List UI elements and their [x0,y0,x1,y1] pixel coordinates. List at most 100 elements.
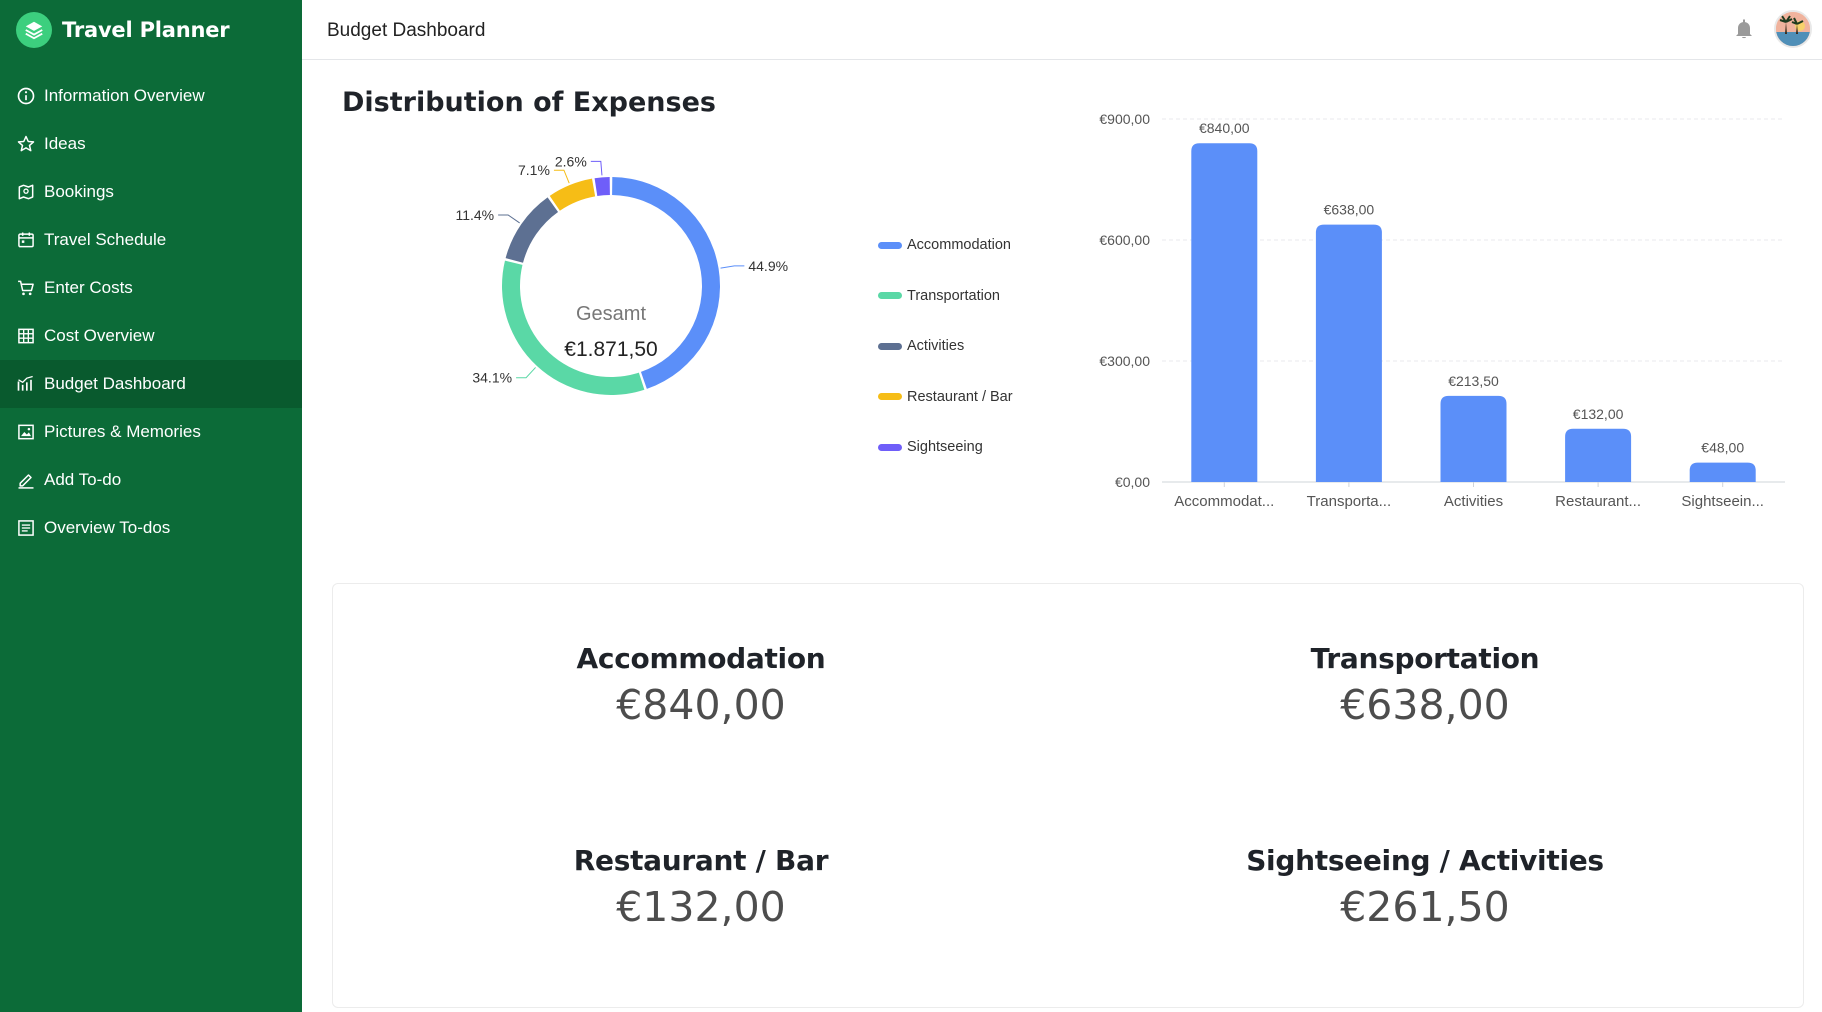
donut-slice-sightseeing[interactable] [594,177,610,197]
donut-label-line [553,169,570,184]
sidebar-item-label: Add To-do [44,470,122,489]
summary-card-restaurant-bar: Restaurant / Bar €132,00 [333,844,1069,931]
bar-value-label: €132,00 [1573,406,1624,422]
sidebar-item-label: Bookings [44,182,114,201]
legend-label: Activities [907,338,965,355]
donut-center-value: €1.871,50 [564,338,657,361]
bell-icon[interactable] [1732,17,1756,41]
legend-item-accommodation[interactable]: Accommodation [878,220,1013,271]
info-icon [15,85,37,107]
map-pin-icon [15,181,37,203]
bar-2[interactable] [1440,395,1507,482]
donut-center-label: Gesamt [576,303,646,325]
summary-label: Restaurant / Bar [573,844,829,877]
legend-swatch [878,241,902,249]
summary-value: €261,50 [1340,883,1510,931]
x-tick-label: Transporta... [1307,493,1391,510]
sidebar-item-add-todo[interactable]: Add To-do [0,456,302,504]
bar-0[interactable] [1191,143,1258,482]
page-title: Budget Dashboard [327,20,486,41]
bar-3[interactable] [1565,428,1632,482]
donut-label-line [498,214,520,224]
summary-card-accommodation: Accommodation €840,00 [333,642,1069,729]
bar-value-label: €48,00 [1701,440,1744,456]
summary-label: Accommodation [576,642,826,675]
bar-value-label: €213,50 [1448,373,1499,389]
avatar[interactable] [1774,10,1812,48]
bar-4[interactable] [1689,462,1756,482]
summary-value: €132,00 [616,883,786,931]
sidebar-item-travel-schedule[interactable]: Travel Schedule [0,216,302,264]
summary-label: Sightseeing / Activities [1246,844,1604,877]
sidebar-item-bookings[interactable]: Bookings [0,168,302,216]
legend-item-transportation[interactable]: Transportation [878,271,1013,322]
legend-item-restaurant-bar[interactable]: Restaurant / Bar [878,372,1013,423]
summary-value: €840,00 [616,681,786,729]
bar-value-label: €638,00 [1324,202,1375,218]
summary-card-transportation: Transportation €638,00 [1057,642,1793,729]
sidebar-item-information-overview[interactable]: Information Overview [0,72,302,120]
donut-slice-restaurant-bar[interactable] [549,178,596,211]
sidebar-item-label: Budget Dashboard [44,374,186,393]
sidebar-item-label: Information Overview [44,86,205,105]
x-tick-label: Sightseein... [1681,493,1764,510]
donut-percent-label: 2.6% [555,153,587,169]
legend-swatch [878,292,902,300]
sidebar-item-ideas[interactable]: Ideas [0,120,302,168]
cart-icon [15,277,37,299]
y-tick-label: €900,00 [1099,111,1150,127]
expense-bar-chart: €0,00 €300,00 €600,00 €900,00 €840,00 Accommo… [1099,111,1785,510]
image-icon [15,421,37,443]
expense-donut-chart: 44.9% 34.1% 11.4% 7.1% 2.6% Gesamt €1.871,50 [455,153,788,395]
bar-chart-icon [15,373,37,395]
x-tick-label: Restaurant... [1555,493,1641,510]
calendar-icon [15,229,37,251]
sidebar-item-pictures-memories[interactable]: Pictures & Memories [0,408,302,456]
summary-card-sightseeing-activities: Sightseeing / Activities €261,50 [1057,844,1793,931]
section-title: Distribution of Expenses [342,87,716,118]
legend-label: Restaurant / Bar [907,388,1013,405]
top-bar: Budget Dashboard [302,0,1822,60]
donut-legend: Accommodation Transportation Activities … [878,220,1013,473]
legend-swatch [878,342,902,350]
sidebar-item-cost-overview[interactable]: Cost Overview [0,312,302,360]
legend-label: Accommodation [907,237,1011,254]
sidebar-item-overview-todos[interactable]: Overview To-dos [0,504,302,552]
layers-logo-icon [16,12,52,48]
sidebar-item-label: Travel Schedule [44,230,167,249]
legend-swatch [878,443,902,451]
y-tick-label: €300,00 [1099,353,1150,369]
legend-label: Sightseeing [907,439,983,456]
table-icon [15,325,37,347]
sidebar: Travel Planner Information Overview Idea… [0,0,302,1012]
pen-icon [15,469,37,491]
sidebar-item-enter-costs[interactable]: Enter Costs [0,264,302,312]
donut-percent-label: 34.1% [472,370,512,386]
legend-item-sightseeing[interactable]: Sightseeing [878,422,1013,473]
summary-panel: Accommodation €840,00 Transportation €63… [332,583,1804,1008]
sidebar-item-budget-dashboard[interactable]: Budget Dashboard [0,360,302,408]
summary-value: €638,00 [1340,681,1510,729]
donut-slice-activities[interactable] [505,197,559,263]
sidebar-item-label: Ideas [44,134,86,153]
donut-label-line [516,367,536,379]
app-title: Travel Planner [62,18,230,42]
legend-item-activities[interactable]: Activities [878,321,1013,372]
y-tick-label: €600,00 [1099,232,1150,248]
legend-swatch [878,393,902,401]
donut-percent-label: 11.4% [455,207,494,223]
donut-label-line [720,265,745,269]
bar-value-label: €840,00 [1199,120,1250,136]
sidebar-item-label: Overview To-dos [44,518,171,537]
donut-slice-transportation[interactable] [502,260,645,395]
sidebar-item-label: Enter Costs [44,278,133,297]
x-tick-label: Activities [1444,493,1503,510]
sidebar-item-label: Pictures & Memories [44,422,201,441]
summary-label: Transportation [1310,642,1540,675]
brand[interactable]: Travel Planner [0,0,302,60]
sidebar-nav: Information Overview Ideas Bookings Trav… [0,72,302,552]
x-tick-label: Accommodat... [1174,493,1274,510]
bar-1[interactable] [1315,224,1382,482]
donut-label-line [590,160,603,176]
star-icon [15,133,37,155]
